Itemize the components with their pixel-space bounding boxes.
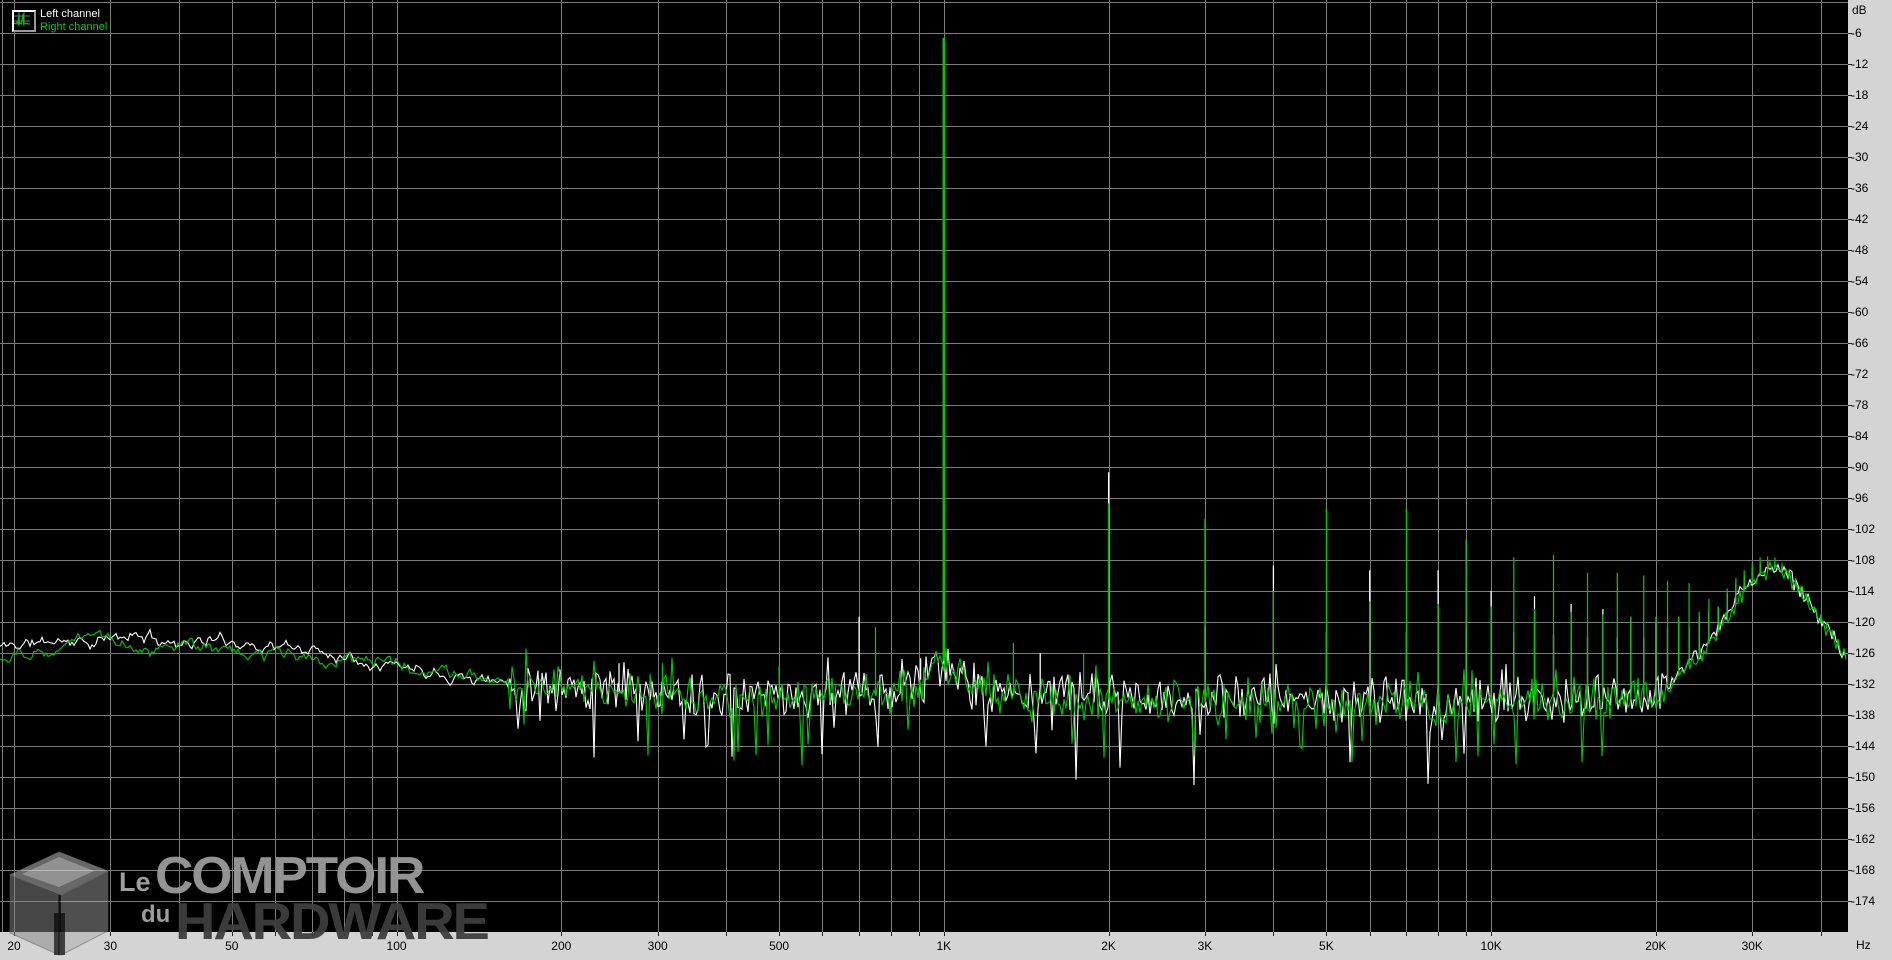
x-axis-tick: [1752, 932, 1753, 936]
plot-background: [0, 0, 1848, 932]
y-tick-label: -114: [1851, 584, 1875, 598]
axis-corner: Hz: [1848, 932, 1892, 960]
x-tick-label: 30K: [1741, 939, 1763, 953]
x-tick-label: 5K: [1319, 939, 1334, 953]
x-axis-strip: 20 30 50 100 200 300 500 1K 2K 3K 5K 10K 20K 30K: [0, 932, 1848, 960]
y-axis-unit-label: dB: [1852, 3, 1867, 17]
x-axis-tick: [726, 932, 727, 936]
y-tick-label: -54: [1851, 274, 1869, 288]
y-tick-label: -84: [1851, 429, 1869, 443]
x-axis-tick: [1406, 932, 1407, 936]
x-tick-label: 2K: [1101, 939, 1116, 953]
y-tick-label: -30: [1851, 150, 1869, 164]
x-axis-tick: [397, 932, 398, 936]
spectrum-mini-icon: [12, 10, 36, 32]
x-axis-tick: [1438, 932, 1439, 936]
x-axis-tick: [822, 932, 823, 936]
y-tick-label: -144: [1851, 739, 1876, 753]
y-tick-label: -24: [1851, 119, 1869, 133]
y-tick-label: -126: [1851, 646, 1876, 660]
y-tick-label: -36: [1851, 181, 1869, 195]
y-tick-label: -66: [1851, 336, 1869, 350]
x-axis-tick: [1109, 932, 1110, 936]
x-axis-tick: [179, 932, 180, 936]
y-tick-label: -18: [1851, 88, 1869, 102]
x-axis-tick: [110, 932, 111, 936]
x-tick-label: 100: [386, 939, 407, 953]
x-tick-label: 1K: [936, 939, 952, 953]
x-axis-tick: [344, 932, 345, 936]
x-axis-tick: [891, 932, 892, 936]
y-tick-label: -96: [1851, 491, 1869, 505]
x-axis-tick: [859, 932, 860, 936]
y-tick-label: -72: [1851, 367, 1869, 381]
x-axis-tick: [275, 932, 276, 936]
y-tick-label: -108: [1851, 553, 1876, 567]
x-axis-tick: [1821, 932, 1822, 936]
y-tick-label: -60: [1851, 305, 1869, 319]
x-axis-unit-label: Hz: [1856, 938, 1871, 952]
x-axis-tick: [1370, 932, 1371, 936]
x-axis-tick: [658, 932, 659, 936]
y-tick-label: -168: [1851, 863, 1876, 877]
y-tick-label: -78: [1851, 398, 1869, 412]
y-tick-label: -138: [1851, 708, 1876, 722]
x-axis-tick: [944, 932, 945, 936]
y-tick-label: -90: [1851, 460, 1869, 474]
y-tick-label: -48: [1851, 243, 1869, 257]
x-axis-tick: [14, 932, 15, 936]
spectrum-chart: [0, 0, 1848, 932]
x-axis-tick: [1205, 932, 1206, 936]
y-tick-label: -162: [1851, 832, 1876, 846]
legend-left-channel-label: Left channel: [40, 8, 100, 20]
x-axis-tick: [1656, 932, 1657, 936]
spectrum-plot-area: Left channel Right channel: [0, 0, 1848, 932]
x-axis-tick: [232, 932, 233, 936]
x-axis-tick: [312, 932, 313, 936]
x-axis-tick: [779, 932, 780, 936]
x-tick-label: 30: [103, 939, 118, 953]
y-tick-label: -132: [1851, 677, 1876, 691]
x-tick-label: 3K: [1197, 939, 1213, 953]
x-axis-tick: [1466, 932, 1467, 936]
y-tick-label: -174: [1851, 894, 1876, 908]
x-tick-label: 50: [225, 939, 239, 953]
x-axis-tick: [372, 932, 373, 936]
x-axis-tick: [561, 932, 562, 936]
y-axis-strip: dB -6 -12 -18 -24 -30 -36 -42 -48 -54 -60 -66 -72 -7…: [1848, 0, 1892, 932]
y-tick-label: -156: [1851, 801, 1876, 815]
x-tick-label: 20K: [1645, 939, 1667, 953]
x-tick-label: 300: [647, 939, 668, 953]
y-tick-label: -6: [1851, 26, 1862, 40]
y-tick-label: -102: [1851, 522, 1876, 536]
x-tick-label: 200: [551, 939, 572, 953]
y-tick-label: -12: [1851, 57, 1869, 71]
y-tick-label: -42: [1851, 212, 1869, 226]
x-axis-tick: [919, 932, 920, 936]
x-tick-label: 10K: [1480, 939, 1502, 953]
x-tick-label: 20: [7, 939, 21, 953]
x-tick-label: 500: [769, 939, 790, 953]
y-tick-label: -150: [1851, 770, 1876, 784]
x-axis-tick: [1273, 932, 1274, 936]
legend-right-channel-label: Right channel: [40, 21, 108, 33]
x-axis-tick: [1326, 932, 1327, 936]
x-axis-tick: [1491, 932, 1492, 936]
y-tick-label: -120: [1851, 615, 1876, 629]
spectrum-analyzer-window: Left channel Right channel dB -6 -12 -18 -2…: [0, 0, 1892, 960]
